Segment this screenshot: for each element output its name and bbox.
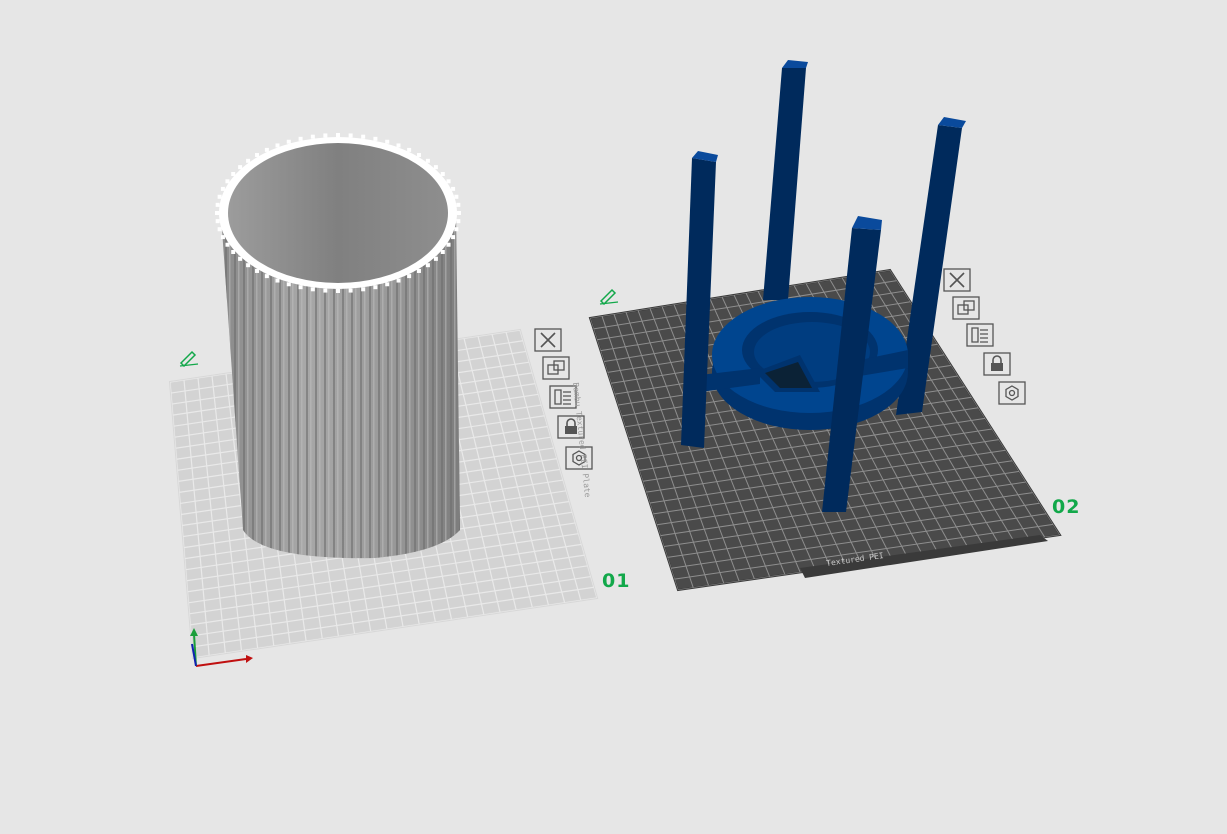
settings-icon: [998, 381, 1026, 405]
rim-tooth: [456, 219, 461, 224]
close-icon: [943, 268, 971, 292]
rim-tooth: [348, 133, 353, 138]
close-icon: [534, 328, 562, 352]
rim-tooth: [336, 289, 340, 293]
rim-tooth: [385, 139, 390, 144]
plate-01-label: 01: [602, 570, 631, 592]
rim-tooth: [446, 179, 451, 184]
rim-tooth: [298, 285, 303, 290]
rim-tooth: [373, 136, 378, 141]
rim-tooth: [231, 172, 236, 176]
rim-tooth: [275, 143, 280, 148]
rim-tooth: [264, 274, 269, 279]
rim-tooth: [286, 282, 291, 287]
rim-tooth: [225, 242, 230, 247]
rim-tooth: [255, 153, 260, 158]
rim-tooth: [425, 158, 430, 163]
plate-02-lock-button[interactable]: [983, 352, 1011, 376]
rim-tooth: [457, 211, 461, 215]
rim-tooth: [217, 227, 222, 232]
rim-tooth: [215, 219, 220, 224]
rim-tooth: [361, 287, 366, 292]
rim-tooth: [425, 263, 430, 268]
plate-02-delete-button[interactable]: [943, 268, 971, 292]
rim-tooth: [275, 278, 280, 283]
rim-tooth: [416, 153, 421, 158]
plate-02-orient-button[interactable]: [966, 323, 994, 347]
plate-02-arrange-button[interactable]: [952, 296, 980, 320]
rim-tooth: [385, 282, 390, 287]
rim-tooth: [238, 165, 243, 170]
edit-plate-name-icon[interactable]: [178, 349, 200, 367]
rim-tooth: [246, 158, 251, 163]
rim-tooth: [238, 256, 243, 261]
plate-02-settings-button[interactable]: [998, 381, 1026, 405]
rim-tooth: [396, 143, 401, 148]
rim-tooth: [286, 139, 291, 144]
plate-01-delete-button[interactable]: [534, 328, 562, 352]
rim-tooth: [451, 235, 456, 240]
plate-01-arrange-button[interactable]: [542, 356, 570, 380]
rim-tooth: [231, 250, 236, 254]
rim-tooth: [310, 287, 315, 292]
rim-tooth: [220, 186, 225, 191]
rim-tooth: [433, 256, 438, 261]
plate-02-label: 02: [1052, 496, 1081, 518]
rim-tooth: [246, 263, 251, 268]
rim-tooth: [215, 211, 219, 215]
3d-viewport[interactable]: [0, 0, 1227, 834]
arrange-icon: [952, 296, 980, 320]
rim-tooth: [361, 134, 366, 139]
rim-tooth: [446, 242, 451, 247]
rim-tooth: [264, 147, 269, 152]
rim-tooth: [298, 136, 303, 141]
rim-tooth: [416, 268, 421, 273]
rim-tooth: [215, 202, 220, 207]
rim-tooth: [456, 202, 461, 207]
edit-plate-name-icon[interactable]: [598, 287, 620, 305]
rim-tooth: [255, 268, 260, 273]
rim-tooth: [407, 147, 412, 152]
rim-tooth: [440, 250, 445, 254]
rim-tooth: [454, 194, 459, 199]
rim-tooth: [225, 179, 230, 184]
rim-tooth: [433, 165, 438, 170]
vase-model[interactable]: [215, 133, 461, 559]
rim-tooth: [323, 288, 328, 293]
rim-tooth: [451, 186, 456, 191]
rim-tooth: [220, 235, 225, 240]
rim-tooth: [373, 285, 378, 290]
rim-tooth: [348, 288, 353, 293]
rim-tooth: [440, 172, 445, 176]
rim-tooth: [336, 133, 340, 137]
lock-icon: [983, 352, 1011, 376]
orient-icon: [966, 323, 994, 347]
rim-tooth: [310, 134, 315, 139]
rim-tooth: [217, 194, 222, 199]
rim-tooth: [454, 227, 459, 232]
rim-tooth: [323, 133, 328, 138]
arrange-icon: [542, 356, 570, 380]
rim-tooth: [396, 278, 401, 283]
rim-tooth: [407, 274, 412, 279]
